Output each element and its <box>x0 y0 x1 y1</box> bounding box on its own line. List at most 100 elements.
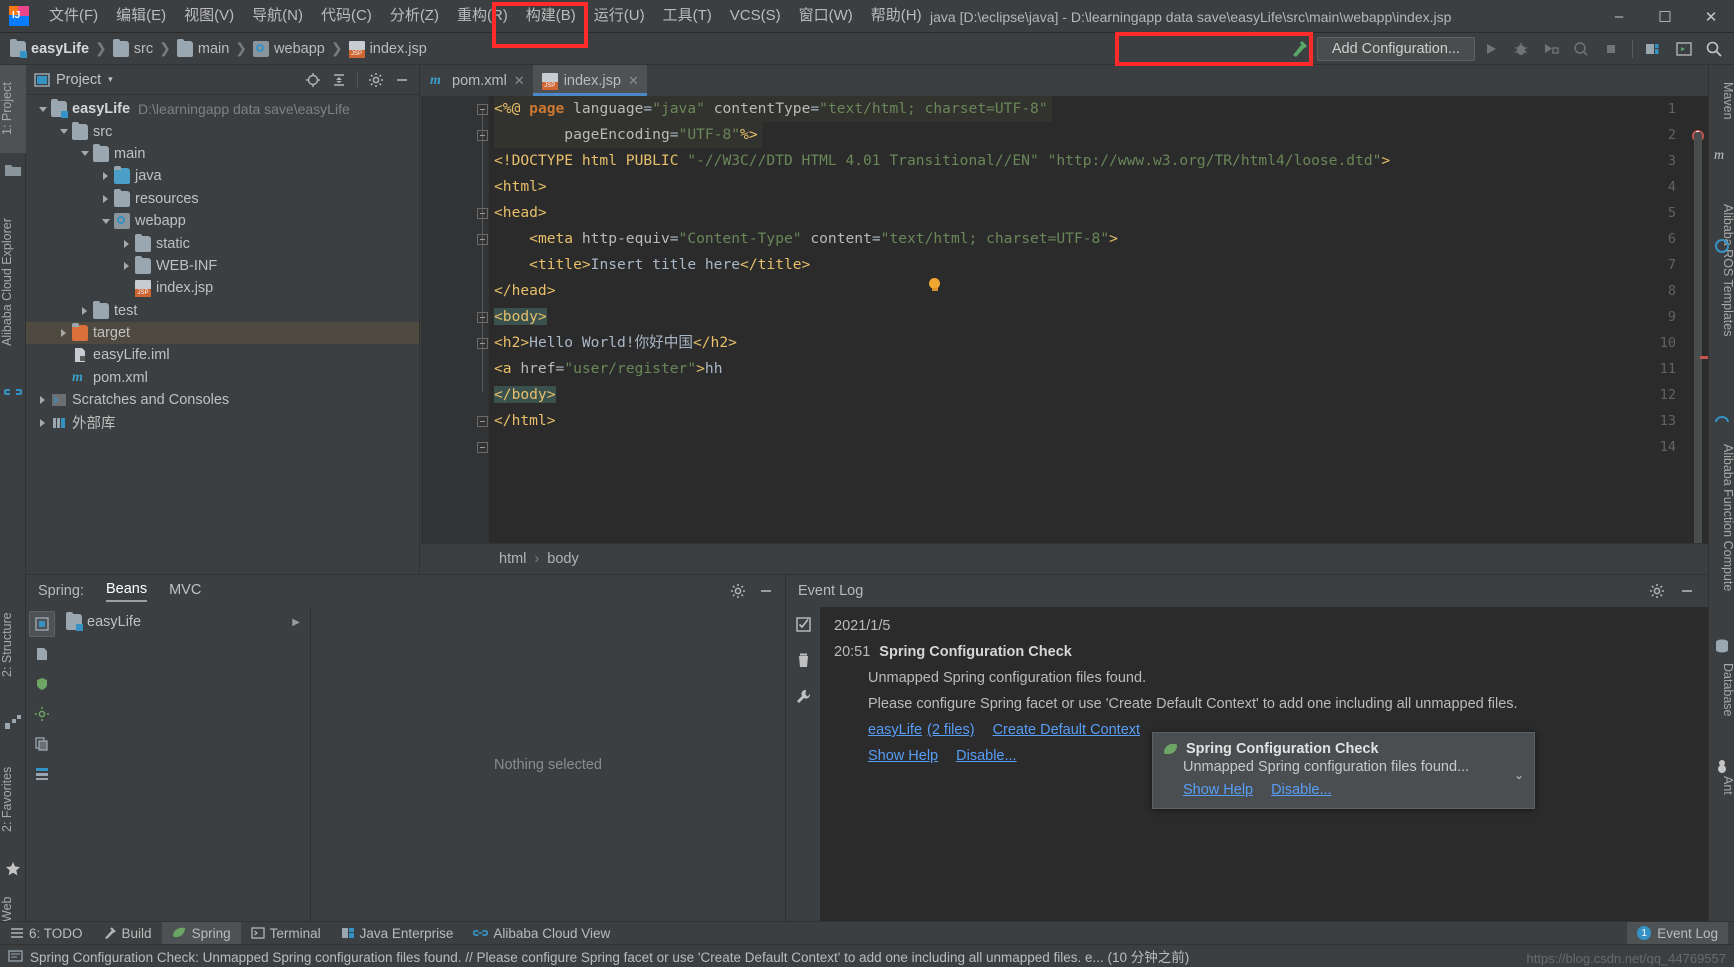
tree-node-index-jsp[interactable]: index.jsp <box>26 277 419 299</box>
chevron-down-icon[interactable]: ⌄ <box>1514 768 1524 782</box>
menu-navigate[interactable]: 导航(N) <box>243 2 312 30</box>
strip-tab-favorites[interactable]: 2: Favorites <box>0 740 26 858</box>
strip-tab-alibaba-cloud-explorer[interactable]: Alibaba Cloud Explorer <box>0 190 26 375</box>
tree-node-java[interactable]: java <box>26 165 419 187</box>
tree-node-easylife[interactable]: easyLife D:\learningapp data save\easyLif… <box>26 98 419 120</box>
fold-marker[interactable] <box>477 312 488 323</box>
event-log-link-show-help[interactable]: Show Help <box>868 748 938 764</box>
bottom-tab-alibaba-cloud-view[interactable]: Alibaba Cloud View <box>463 922 620 945</box>
project-structure-icon[interactable] <box>1640 35 1668 63</box>
tree-node-scratches-and-consoles[interactable]: Scratches and Consoles <box>26 389 419 411</box>
event-log-link-create-default-context[interactable]: Create Default Context <box>993 722 1141 738</box>
close-icon[interactable]: ✕ <box>628 73 639 89</box>
spring-beans-list[interactable]: easyLife ▶ <box>58 607 311 922</box>
breadcrumb-item-index-jsp[interactable]: index.jsp <box>348 40 427 58</box>
run-icon[interactable] <box>1477 35 1505 63</box>
editor-tab-pom-xml[interactable]: m pom.xml ✕ <box>421 65 533 96</box>
menu-refactor[interactable]: 重构(R) <box>448 2 517 30</box>
fold-marker[interactable] <box>477 234 488 245</box>
menu-tools[interactable]: 工具(T) <box>654 2 721 30</box>
code-editor[interactable]: 1 2 3 4 5 6 7 8 9 10 11 12 13 14 <%@ page language="j… <box>421 96 1708 543</box>
chevron-right-icon[interactable] <box>78 304 91 317</box>
chevron-down-icon[interactable]: ▾ <box>108 74 113 85</box>
spring-security-icon[interactable] <box>29 671 55 697</box>
menu-vcs[interactable]: VCS(S) <box>721 2 790 30</box>
fold-marker[interactable] <box>477 130 488 141</box>
strip-tab-alibaba-function-compute[interactable]: Alibaba Function Compute <box>1709 410 1734 625</box>
tree-node-pom-xml[interactable]: m pom.xml <box>26 367 419 389</box>
editor-scrollbar[interactable] <box>1694 132 1702 543</box>
menu-analyze[interactable]: 分析(Z) <box>381 2 448 30</box>
chevron-down-icon[interactable] <box>78 147 91 160</box>
bottom-tab-spring[interactable]: Spring <box>161 921 241 945</box>
strip-tab-structure[interactable]: 2: Structure <box>0 585 26 705</box>
menu-view[interactable]: 视图(V) <box>175 2 243 30</box>
project-tree[interactable]: easyLife D:\learningapp data save\easyLif… <box>26 96 419 574</box>
chevron-right-icon[interactable] <box>57 327 70 340</box>
spring-settings-icon[interactable] <box>29 701 55 727</box>
minimize-icon[interactable]: – <box>1596 0 1642 33</box>
bottom-tab-todo[interactable]: 6: TODO <box>0 922 93 945</box>
menu-window[interactable]: 窗口(W) <box>790 2 862 30</box>
strip-tab-project[interactable]: 1: Project <box>0 65 26 153</box>
menu-help[interactable]: 帮助(H) <box>862 2 931 30</box>
breadcrumb-html[interactable]: html <box>499 551 526 567</box>
open-terminal-icon[interactable] <box>1670 35 1698 63</box>
spring-diagram-icon[interactable] <box>29 761 55 787</box>
bottom-tab-terminal[interactable]: Terminal <box>241 922 331 945</box>
editor-tab-index-jsp[interactable]: index.jsp ✕ <box>532 65 647 96</box>
balloon-disable-link[interactable]: Disable... <box>1271 782 1331 798</box>
fold-marker[interactable] <box>477 104 488 115</box>
bottom-tab-build[interactable]: Build <box>93 922 162 945</box>
menu-edit[interactable]: 编辑(E) <box>107 2 175 30</box>
menu-run[interactable]: 运行(U) <box>585 2 654 30</box>
stop-icon[interactable] <box>1597 35 1625 63</box>
tree-node-test[interactable]: test <box>26 300 419 322</box>
menu-build[interactable]: 构建(B) <box>517 2 585 30</box>
event-log-link-disable[interactable]: Disable... <box>956 748 1016 764</box>
fold-marker[interactable] <box>477 338 488 349</box>
fold-marker[interactable] <box>477 416 488 427</box>
strip-tab-alibaba-ros-templates[interactable]: Alibaba ROS Templates <box>1709 175 1734 365</box>
chevron-right-icon[interactable] <box>99 170 112 183</box>
close-icon[interactable]: ✕ <box>514 73 525 89</box>
tree-node-resources[interactable]: resources <box>26 188 419 210</box>
search-everywhere-icon[interactable] <box>1700 35 1728 63</box>
breadcrumb-item-webapp[interactable]: webapp <box>253 40 325 57</box>
tree-node-static[interactable]: static <box>26 232 419 254</box>
list-item[interactable]: easyLife ▶ <box>58 610 310 634</box>
fold-marker[interactable] <box>477 208 488 219</box>
tree-node-webapp[interactable]: webapp <box>26 210 419 232</box>
fold-marker[interactable] <box>477 442 488 453</box>
chevron-right-icon[interactable] <box>120 259 133 272</box>
expand-arrow-icon[interactable]: ▶ <box>292 617 300 628</box>
spring-copy-icon[interactable] <box>29 731 55 757</box>
collapse-all-icon[interactable] <box>328 69 350 91</box>
code-text[interactable]: <%@ page language="java" contentType="te… <box>489 96 1708 543</box>
tab-mvc[interactable]: MVC <box>169 582 201 601</box>
chevron-right-icon[interactable] <box>99 192 112 205</box>
run-configuration-selector[interactable]: Add Configuration... <box>1286 36 1475 62</box>
error-stripe-mark[interactable] <box>1700 356 1708 359</box>
chevron-down-icon[interactable] <box>99 215 112 228</box>
run-with-coverage-icon[interactable] <box>1537 35 1565 63</box>
tree-node-web-inf[interactable]: WEB-INF <box>26 255 419 277</box>
hide-icon[interactable] <box>391 69 413 91</box>
tab-beans[interactable]: Beans <box>105 581 148 602</box>
spring-beans-view-icon[interactable] <box>29 611 55 637</box>
event-log-badge[interactable]: 1 Event Log <box>1627 921 1728 945</box>
tree-node-src[interactable]: src <box>26 120 419 142</box>
locate-icon[interactable] <box>302 69 324 91</box>
breadcrumb-item-main[interactable]: main <box>176 38 229 57</box>
hide-icon[interactable] <box>1676 580 1698 602</box>
event-log-link-2-files[interactable]: (2 files) <box>927 722 975 738</box>
add-configuration-button[interactable]: Add Configuration... <box>1316 37 1475 61</box>
event-log-link-easylife[interactable]: easyLife <box>868 722 922 738</box>
settings-gear-icon[interactable] <box>365 69 387 91</box>
chevron-right-icon[interactable] <box>36 394 49 407</box>
tree-node-main[interactable]: main <box>26 143 419 165</box>
hide-icon[interactable] <box>755 580 777 602</box>
breadcrumb-item-src[interactable]: src <box>112 38 153 57</box>
menu-code[interactable]: 代码(C) <box>312 2 381 30</box>
settings-gear-icon[interactable] <box>1646 580 1668 602</box>
